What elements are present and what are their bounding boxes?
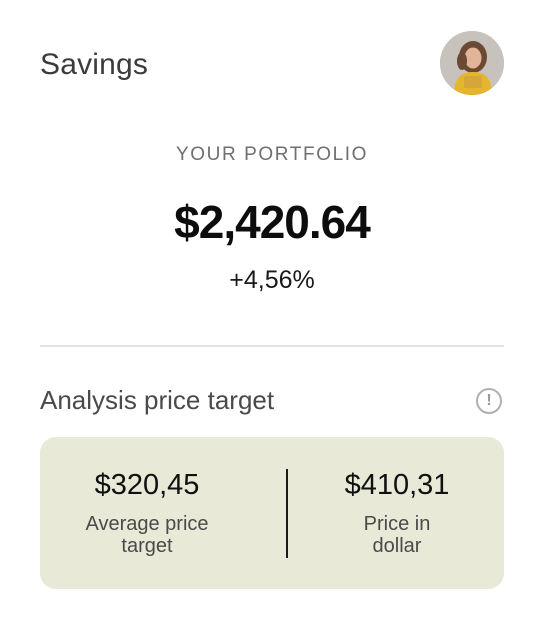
portfolio-label: YOUR PORTFOLIO [175,144,369,165]
section-divider [40,345,504,347]
info-icon[interactable]: ! [476,388,502,414]
analysis-header: Analysis price target ! [40,382,504,422]
page-title: Savings [40,48,149,81]
avatar[interactable] [440,31,504,95]
portfolio-change: +4,56% [229,266,315,294]
price-in-dollar-amount: $410,31 [344,469,450,501]
card-divider [286,469,288,558]
portfolio-value: $2,420.64 [174,196,371,248]
price-target-card: $320,45 Average price target $410,31 Pri… [40,437,504,589]
avatar-image [440,31,504,95]
header: Savings [40,30,504,98]
analysis-title: Analysis price target [40,385,275,415]
price-in-dollar: $410,31 Price in dollar [290,467,504,557]
average-target-amount: $320,45 [94,469,200,501]
average-target: $320,45 Average price target [40,467,254,557]
average-target-label: Average price target [85,513,209,557]
portfolio-summary: YOUR PORTFOLIO $2,420.64 +4,56% [0,140,544,296]
price-in-dollar-label: Price in dollar [363,513,431,557]
